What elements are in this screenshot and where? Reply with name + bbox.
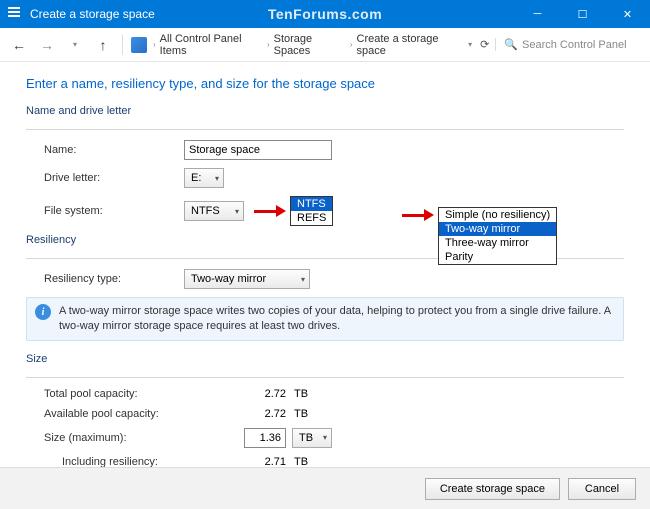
arrow-icon: [254, 203, 286, 219]
close-button[interactable]: ✕: [605, 0, 650, 28]
drive-letter-dropdown[interactable]: E:: [184, 168, 224, 188]
total-unit: TB: [294, 388, 308, 400]
titlebar: Create a storage space TenForums.com ─ ☐…: [0, 0, 650, 28]
resiliency-dropdown[interactable]: Two-way mirror: [184, 269, 310, 289]
control-panel-icon: [131, 37, 147, 53]
fs-option-ntfs[interactable]: NTFS: [291, 197, 332, 211]
create-button[interactable]: Create storage space: [425, 478, 560, 500]
label-avail: Available pool capacity:: [26, 408, 184, 420]
res-option-twoway[interactable]: Two-way mirror: [439, 222, 556, 236]
label-total: Total pool capacity:: [26, 388, 184, 400]
label-fs: File system:: [26, 205, 184, 217]
toolbar: ← → ▾ ↑ › All Control Panel Items › Stor…: [0, 28, 650, 62]
page-title: Enter a name, resiliency type, and size …: [26, 76, 624, 91]
refresh-icon[interactable]: ⟳: [480, 38, 489, 51]
section-name-drive: Name and drive letter: [26, 105, 624, 119]
back-button[interactable]: ←: [8, 34, 30, 56]
menu-icon[interactable]: [8, 7, 22, 21]
size-unit-dropdown[interactable]: TB: [292, 428, 332, 448]
fs-option-refs[interactable]: REFS: [291, 211, 332, 225]
label-sizemax: Size (maximum):: [26, 432, 184, 444]
resiliency-popup[interactable]: Simple (no resiliency) Two-way mirror Th…: [438, 207, 557, 265]
label-name: Name:: [26, 144, 184, 156]
info-icon: i: [35, 304, 51, 320]
res-option-simple[interactable]: Simple (no resiliency): [439, 208, 556, 222]
avail-value: 2.72: [244, 408, 294, 420]
filesystem-popup[interactable]: NTFS REFS: [290, 196, 333, 226]
section-size: Size: [26, 353, 624, 367]
name-input[interactable]: [184, 140, 332, 160]
resiliency-info: i A two-way mirror storage space writes …: [26, 297, 624, 341]
avail-unit: TB: [294, 408, 308, 420]
res-option-threeway[interactable]: Three-way mirror: [439, 236, 556, 250]
breadcrumb[interactable]: › All Control Panel Items › Storage Spac…: [153, 33, 462, 57]
resiliency-info-text: A two-way mirror storage space writes tw…: [59, 304, 615, 334]
arrow-icon: [402, 207, 434, 223]
up-button[interactable]: ↑: [92, 34, 114, 56]
recent-button[interactable]: ▾: [64, 34, 86, 56]
crumb-a[interactable]: All Control Panel Items: [160, 33, 263, 57]
incl-unit: TB: [294, 456, 308, 467]
label-restype: Resiliency type:: [26, 273, 184, 285]
incl-value: 2.71: [244, 456, 294, 467]
filesystem-dropdown[interactable]: NTFS: [184, 201, 244, 221]
size-max-input[interactable]: [244, 428, 286, 448]
footer: Create storage space Cancel: [0, 467, 650, 509]
maximize-button[interactable]: ☐: [560, 0, 605, 28]
label-drive: Drive letter:: [26, 172, 184, 184]
search-input[interactable]: [522, 39, 642, 51]
forward-button: →: [36, 34, 58, 56]
breadcrumb-dropdown[interactable]: ▾: [468, 40, 472, 49]
search-icon: 🔍: [504, 38, 518, 51]
crumb-c[interactable]: Create a storage space: [357, 33, 463, 57]
crumb-b[interactable]: Storage Spaces: [274, 33, 346, 57]
watermark-text: TenForums.com: [268, 6, 382, 22]
total-value: 2.72: [244, 388, 294, 400]
minimize-button[interactable]: ─: [515, 0, 560, 28]
label-incl: Including resiliency:: [26, 456, 184, 467]
res-option-parity[interactable]: Parity: [439, 250, 556, 264]
cancel-button[interactable]: Cancel: [568, 478, 636, 500]
